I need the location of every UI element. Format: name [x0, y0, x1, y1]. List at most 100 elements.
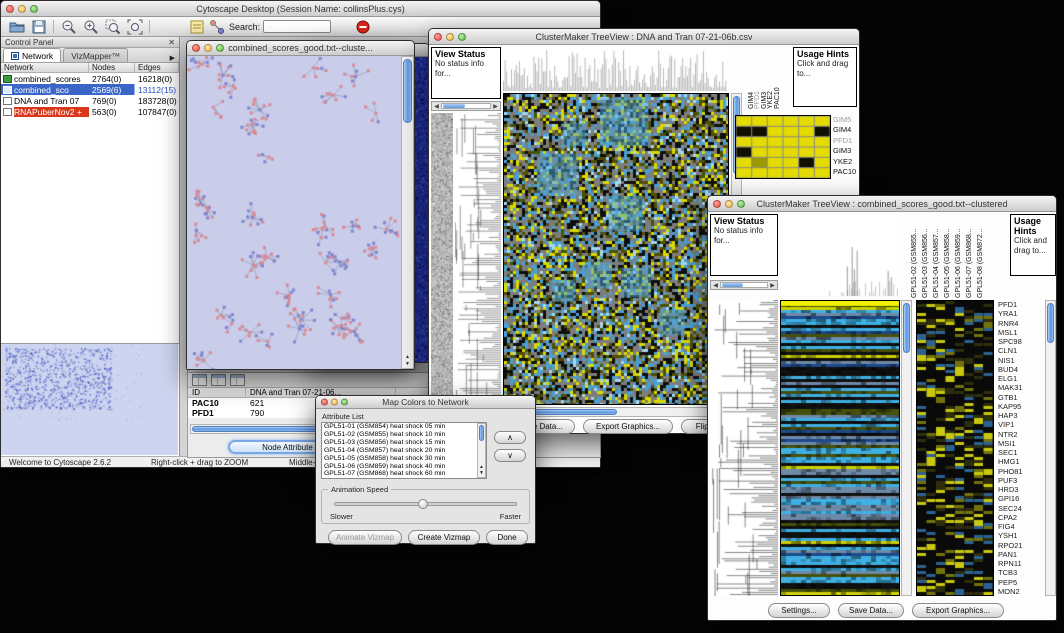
close-button[interactable] — [321, 399, 328, 406]
gene-label[interactable]: PFD1 — [998, 300, 1044, 309]
gene-label[interactable]: MSI1 — [998, 439, 1044, 448]
network-window-title-bar[interactable]: combined_scores_good.txt--cluste... — [187, 41, 414, 56]
close-button[interactable] — [192, 44, 200, 52]
heatmap-hscrollbar[interactable] — [503, 407, 729, 417]
gene-label[interactable]: KAP95 — [998, 402, 1044, 411]
col-network[interactable]: Network — [1, 63, 89, 72]
network-row[interactable]: combined_sco 2569(6) 13112(15) — [1, 84, 179, 95]
export-graphics-button[interactable]: Export Graphics... — [583, 419, 673, 434]
column-dendrogram[interactable] — [780, 214, 898, 296]
treeview-dna-title-bar[interactable]: ClusterMaker TreeView : DNA and Tran 07-… — [429, 29, 859, 45]
gene-label[interactable]: NTR2 — [998, 430, 1044, 439]
speed-slider-thumb[interactable] — [418, 499, 428, 509]
dendrogram-nav[interactable]: ◀ ▶ — [431, 101, 501, 111]
attribute-create-icon[interactable] — [211, 374, 226, 386]
vscroll-thumb[interactable] — [479, 425, 484, 441]
nav-left-icon[interactable]: ◀ — [432, 103, 441, 110]
correlation-matrix[interactable] — [735, 115, 831, 179]
col-id[interactable]: ID — [188, 388, 246, 397]
gene-label[interactable]: CPA2 — [998, 513, 1044, 522]
open-session-icon[interactable] — [7, 18, 27, 35]
gene-label[interactable]: YRA1 — [998, 309, 1044, 318]
nav-right-icon[interactable]: ▶ — [491, 103, 500, 110]
minimize-button[interactable] — [446, 33, 454, 41]
close-button[interactable] — [713, 200, 721, 208]
gene-label[interactable]: MAK31 — [998, 383, 1044, 392]
vscroll-thumb[interactable] — [1047, 303, 1054, 343]
scroll-up-icon[interactable]: ▲ — [402, 354, 413, 360]
search-input[interactable] — [263, 20, 331, 33]
dialog-title-bar[interactable]: Map Colors to Network — [316, 396, 535, 409]
vscroll-thumb[interactable] — [903, 303, 910, 353]
col-edges[interactable]: Edges — [135, 63, 179, 72]
selection-heatmap[interactable] — [916, 300, 994, 596]
network-tool-icon[interactable] — [207, 18, 227, 35]
move-up-button[interactable]: ∧ — [494, 431, 526, 444]
stop-icon[interactable] — [353, 18, 373, 35]
attribute-delete-icon[interactable] — [230, 374, 245, 386]
gene-label[interactable]: GTB1 — [998, 393, 1044, 402]
gene-label[interactable]: RNR4 — [998, 319, 1044, 328]
minimize-button[interactable] — [18, 5, 26, 13]
network-row[interactable]: DNA and Tran 07 769(0) 183728(0) — [1, 95, 179, 106]
gene-label[interactable]: NIS1 — [998, 356, 1044, 365]
save-session-icon[interactable] — [29, 18, 49, 35]
gene-label[interactable]: HRD3 — [998, 485, 1044, 494]
gene-label[interactable]: SEC24 — [998, 504, 1044, 513]
gene-label[interactable]: PEP5 — [998, 578, 1044, 587]
attribute-item[interactable]: GPL51-05 (GSM858) heat shock 30 min — [324, 455, 486, 463]
attribute-item[interactable]: GPL51-04 (GSM857) heat shock 20 min — [324, 447, 486, 455]
minimize-button[interactable] — [204, 44, 212, 52]
nav-left-icon[interactable]: ◀ — [711, 282, 720, 289]
nav-thumb[interactable] — [722, 283, 743, 287]
gene-label[interactable]: PUF3 — [998, 476, 1044, 485]
treeview-combined-title-bar[interactable]: ClusterMaker TreeView : combined_scores_… — [708, 196, 1056, 212]
gene-label[interactable]: MON2 — [998, 587, 1044, 596]
zoom-out-icon[interactable] — [59, 18, 79, 35]
nav-track[interactable] — [720, 282, 768, 288]
heatmap-canvas[interactable] — [503, 93, 729, 405]
nav-right-icon[interactable]: ▶ — [768, 282, 777, 289]
animate-vizmap-button[interactable]: Animate Vizmap — [328, 530, 402, 545]
zoom-button[interactable] — [30, 5, 38, 13]
gene-label[interactable]: VIP1 — [998, 420, 1044, 429]
network-row[interactable]: RNAPuberNov2 + 563(0) 107847(0) — [1, 106, 179, 117]
zoom-selected-icon[interactable] — [103, 18, 123, 35]
gene-list-vscrollbar[interactable] — [1045, 300, 1056, 596]
heatmap-canvas[interactable] — [780, 300, 900, 596]
attribute-item[interactable]: GPL51-02 (GSM855) heat shock 10 min — [324, 431, 486, 439]
gene-label[interactable]: YSH1 — [998, 531, 1044, 540]
done-button[interactable]: Done — [486, 530, 528, 545]
zoom-button[interactable] — [216, 44, 224, 52]
network-canvas[interactable] — [187, 56, 401, 369]
attribute-item[interactable]: GPL51-03 (GSM856) heat shock 15 min — [324, 439, 486, 447]
dendrogram-nav[interactable]: ◀ ▶ — [710, 280, 778, 290]
gene-label[interactable]: PHO81 — [998, 467, 1044, 476]
nav-track[interactable] — [441, 103, 491, 109]
gene-label[interactable]: RPO21 — [998, 541, 1044, 550]
zoom-fit-icon[interactable] — [125, 18, 145, 35]
gene-label[interactable]: RPN11 — [998, 559, 1044, 568]
create-vizmap-button[interactable]: Create Vizmap — [408, 530, 480, 545]
save-data-button[interactable]: Save Data... — [838, 603, 904, 618]
scroll-down-icon[interactable]: ▼ — [402, 361, 413, 367]
minimize-button[interactable] — [331, 399, 338, 406]
close-panel-icon[interactable]: ✕ — [168, 38, 175, 47]
gene-label[interactable]: SEC1 — [998, 448, 1044, 457]
scroll-down-icon[interactable]: ▼ — [478, 470, 485, 476]
gene-label[interactable]: GPI16 — [998, 494, 1044, 503]
gene-label[interactable]: CLN1 — [998, 346, 1044, 355]
zoom-button[interactable] — [341, 399, 348, 406]
gene-label[interactable]: FIG4 — [998, 522, 1044, 531]
attribute-select-icon[interactable] — [192, 374, 207, 386]
gene-label[interactable]: HAP3 — [998, 411, 1044, 420]
attribute-item[interactable]: GPL51-07 (GSM868) heat shock 60 min — [324, 470, 486, 478]
gene-label[interactable]: TCB3 — [998, 568, 1044, 577]
row-dendrogram[interactable] — [455, 113, 501, 405]
zoom-button[interactable] — [737, 200, 745, 208]
minimize-button[interactable] — [725, 200, 733, 208]
gene-label[interactable]: ELG1 — [998, 374, 1044, 383]
attribute-list-scrollbar[interactable]: ▲ ▼ — [477, 423, 486, 478]
vscroll-thumb[interactable] — [403, 59, 412, 123]
export-graphics-button[interactable]: Export Graphics... — [912, 603, 1004, 618]
